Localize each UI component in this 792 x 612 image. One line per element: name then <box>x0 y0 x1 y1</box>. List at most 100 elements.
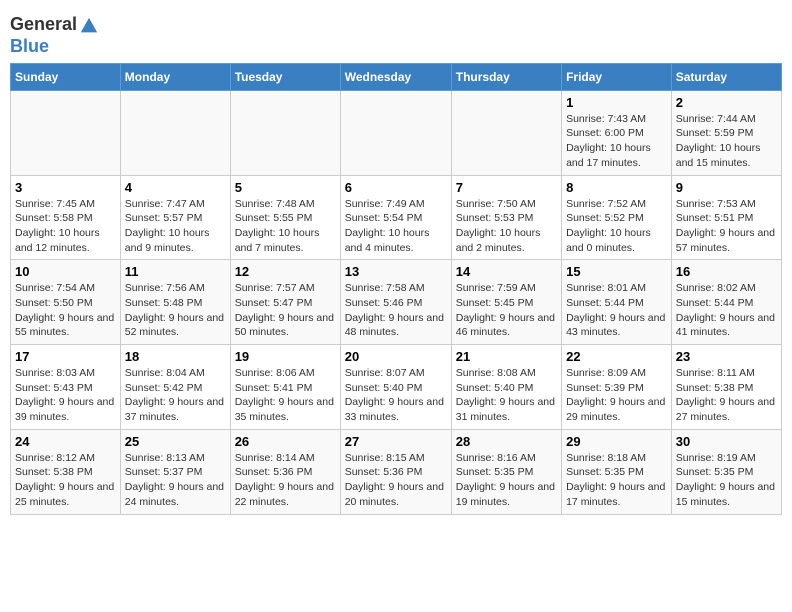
day-info: Sunrise: 8:15 AM Sunset: 5:36 PM Dayligh… <box>345 451 447 510</box>
day-number: 27 <box>345 434 447 449</box>
calendar-cell: 14 Sunrise: 7:59 AM Sunset: 5:45 PM Dayli… <box>451 260 561 345</box>
day-number: 24 <box>15 434 116 449</box>
day-info: Sunrise: 8:07 AM Sunset: 5:40 PM Dayligh… <box>345 366 447 425</box>
header-day: Friday <box>562 63 672 90</box>
day-number: 14 <box>456 264 557 279</box>
calendar-cell: 18 Sunrise: 8:04 AM Sunset: 5:42 PM Dayli… <box>120 345 230 430</box>
calendar-cell: 25 Sunrise: 8:13 AM Sunset: 5:37 PM Dayli… <box>120 429 230 514</box>
day-info: Sunrise: 8:11 AM Sunset: 5:38 PM Dayligh… <box>676 366 777 425</box>
day-info: Sunrise: 7:56 AM Sunset: 5:48 PM Dayligh… <box>125 281 226 340</box>
day-number: 11 <box>125 264 226 279</box>
calendar-week-row: 17Sunrise: 8:03 AM Sunset: 5:43 PM Dayli… <box>11 345 782 430</box>
calendar-cell: 21 Sunrise: 8:08 AM Sunset: 5:40 PM Dayli… <box>451 345 561 430</box>
calendar-week-row: 10 Sunrise: 7:54 AM Sunset: 5:50 PM Dayli… <box>11 260 782 345</box>
day-number: 5 <box>235 180 336 195</box>
day-number: 10 <box>15 264 116 279</box>
calendar-cell: 26 Sunrise: 8:14 AM Sunset: 5:36 PM Dayli… <box>230 429 340 514</box>
header-day: Wednesday <box>340 63 451 90</box>
logo-icon <box>79 16 99 36</box>
header: General Blue <box>10 10 782 57</box>
day-number: 28 <box>456 434 557 449</box>
header-day: Tuesday <box>230 63 340 90</box>
header-day: Sunday <box>11 63 121 90</box>
day-number: 17 <box>15 349 116 364</box>
day-info: Sunrise: 7:48 AM Sunset: 5:55 PM Dayligh… <box>235 197 336 256</box>
calendar-cell <box>120 90 230 175</box>
calendar-cell <box>230 90 340 175</box>
day-info: Sunrise: 7:45 AM Sunset: 5:58 PM Dayligh… <box>15 197 116 256</box>
day-number: 22 <box>566 349 667 364</box>
day-number: 18 <box>125 349 226 364</box>
calendar-cell: 7 Sunrise: 7:50 AM Sunset: 5:53 PM Daylig… <box>451 175 561 260</box>
calendar-cell: 12 Sunrise: 7:57 AM Sunset: 5:47 PM Dayli… <box>230 260 340 345</box>
day-info: Sunrise: 8:12 AM Sunset: 5:38 PM Dayligh… <box>15 451 116 510</box>
day-info: Sunrise: 7:57 AM Sunset: 5:47 PM Dayligh… <box>235 281 336 340</box>
day-info: Sunrise: 7:44 AM Sunset: 5:59 PM Dayligh… <box>676 112 777 171</box>
day-number: 2 <box>676 95 777 110</box>
calendar-cell: 2 Sunrise: 7:44 AM Sunset: 5:59 PM Daylig… <box>671 90 781 175</box>
day-info: Sunrise: 8:09 AM Sunset: 5:39 PM Dayligh… <box>566 366 667 425</box>
day-info: Sunrise: 7:54 AM Sunset: 5:50 PM Dayligh… <box>15 281 116 340</box>
logo-text-blue: Blue <box>10 36 49 56</box>
header-day: Saturday <box>671 63 781 90</box>
calendar-cell: 13 Sunrise: 7:58 AM Sunset: 5:46 PM Dayli… <box>340 260 451 345</box>
day-info: Sunrise: 8:16 AM Sunset: 5:35 PM Dayligh… <box>456 451 557 510</box>
calendar-cell <box>340 90 451 175</box>
calendar-cell: 9Sunrise: 7:53 AM Sunset: 5:51 PM Daylig… <box>671 175 781 260</box>
day-number: 8 <box>566 180 667 195</box>
logo: General Blue <box>10 14 99 57</box>
calendar-cell: 15 Sunrise: 8:01 AM Sunset: 5:44 PM Dayli… <box>562 260 672 345</box>
day-number: 25 <box>125 434 226 449</box>
calendar-cell: 11 Sunrise: 7:56 AM Sunset: 5:48 PM Dayli… <box>120 260 230 345</box>
calendar-cell: 23 Sunrise: 8:11 AM Sunset: 5:38 PM Dayli… <box>671 345 781 430</box>
day-number: 7 <box>456 180 557 195</box>
day-info: Sunrise: 8:02 AM Sunset: 5:44 PM Dayligh… <box>676 281 777 340</box>
logo-text-general: General <box>10 14 77 34</box>
calendar-cell <box>451 90 561 175</box>
calendar-cell: 1Sunrise: 7:43 AM Sunset: 6:00 PM Daylig… <box>562 90 672 175</box>
day-number: 4 <box>125 180 226 195</box>
day-number: 12 <box>235 264 336 279</box>
day-number: 13 <box>345 264 447 279</box>
calendar-cell: 19Sunrise: 8:06 AM Sunset: 5:41 PM Dayli… <box>230 345 340 430</box>
day-number: 30 <box>676 434 777 449</box>
calendar-table: SundayMondayTuesdayWednesdayThursdayFrid… <box>10 63 782 515</box>
calendar-cell: 20 Sunrise: 8:07 AM Sunset: 5:40 PM Dayli… <box>340 345 451 430</box>
day-number: 20 <box>345 349 447 364</box>
calendar-cell: 24 Sunrise: 8:12 AM Sunset: 5:38 PM Dayli… <box>11 429 121 514</box>
header-day: Thursday <box>451 63 561 90</box>
header-day: Monday <box>120 63 230 90</box>
day-number: 21 <box>456 349 557 364</box>
day-number: 15 <box>566 264 667 279</box>
day-info: Sunrise: 8:19 AM Sunset: 5:35 PM Dayligh… <box>676 451 777 510</box>
calendar-cell: 10 Sunrise: 7:54 AM Sunset: 5:50 PM Dayli… <box>11 260 121 345</box>
day-number: 16 <box>676 264 777 279</box>
calendar-cell <box>11 90 121 175</box>
day-info: Sunrise: 7:50 AM Sunset: 5:53 PM Dayligh… <box>456 197 557 256</box>
calendar-cell: 22 Sunrise: 8:09 AM Sunset: 5:39 PM Dayli… <box>562 345 672 430</box>
day-info: Sunrise: 8:06 AM Sunset: 5:41 PM Dayligh… <box>235 366 336 425</box>
calendar-cell: 8 Sunrise: 7:52 AM Sunset: 5:52 PM Daylig… <box>562 175 672 260</box>
day-info: Sunrise: 7:58 AM Sunset: 5:46 PM Dayligh… <box>345 281 447 340</box>
day-info: Sunrise: 8:08 AM Sunset: 5:40 PM Dayligh… <box>456 366 557 425</box>
day-number: 3 <box>15 180 116 195</box>
day-number: 1 <box>566 95 667 110</box>
day-number: 29 <box>566 434 667 449</box>
day-number: 23 <box>676 349 777 364</box>
calendar-cell: 28 Sunrise: 8:16 AM Sunset: 5:35 PM Dayli… <box>451 429 561 514</box>
calendar-cell: 27 Sunrise: 8:15 AM Sunset: 5:36 PM Dayli… <box>340 429 451 514</box>
calendar-cell: 30 Sunrise: 8:19 AM Sunset: 5:35 PM Dayli… <box>671 429 781 514</box>
day-info: Sunrise: 8:13 AM Sunset: 5:37 PM Dayligh… <box>125 451 226 510</box>
calendar-cell: 3 Sunrise: 7:45 AM Sunset: 5:58 PM Daylig… <box>11 175 121 260</box>
day-info: Sunrise: 7:49 AM Sunset: 5:54 PM Dayligh… <box>345 197 447 256</box>
day-info: Sunrise: 7:59 AM Sunset: 5:45 PM Dayligh… <box>456 281 557 340</box>
day-info: Sunrise: 7:52 AM Sunset: 5:52 PM Dayligh… <box>566 197 667 256</box>
calendar-cell: 6Sunrise: 7:49 AM Sunset: 5:54 PM Daylig… <box>340 175 451 260</box>
calendar-week-row: 3 Sunrise: 7:45 AM Sunset: 5:58 PM Daylig… <box>11 175 782 260</box>
calendar-week-row: 24 Sunrise: 8:12 AM Sunset: 5:38 PM Dayli… <box>11 429 782 514</box>
day-info: Sunrise: 8:01 AM Sunset: 5:44 PM Dayligh… <box>566 281 667 340</box>
calendar-cell: 4Sunrise: 7:47 AM Sunset: 5:57 PM Daylig… <box>120 175 230 260</box>
day-info: Sunrise: 8:04 AM Sunset: 5:42 PM Dayligh… <box>125 366 226 425</box>
day-number: 26 <box>235 434 336 449</box>
day-info: Sunrise: 8:14 AM Sunset: 5:36 PM Dayligh… <box>235 451 336 510</box>
